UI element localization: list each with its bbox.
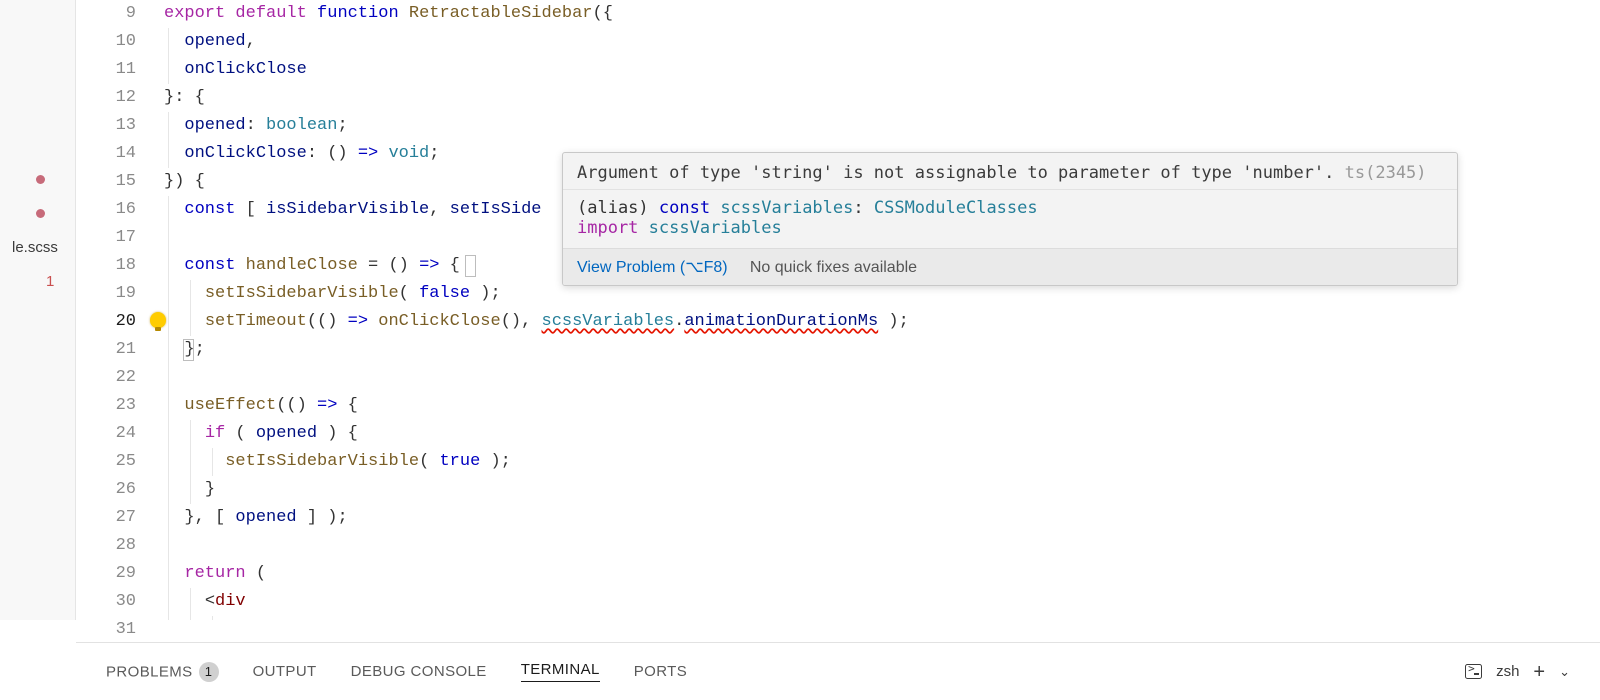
code-line[interactable]: onClick={handleClose} <box>146 616 1600 620</box>
hover-error-message: Argument of type 'string' is not assigna… <box>563 153 1457 190</box>
line-number: 20 <box>76 308 146 336</box>
hover-footer: View Problem (⌥F8) No quick fixes availa… <box>563 248 1457 285</box>
error-hover-tooltip: Argument of type 'string' is not assigna… <box>562 152 1458 286</box>
no-quick-fixes-label: No quick fixes available <box>750 259 917 276</box>
code-line[interactable]: onClickClose <box>146 56 1600 84</box>
tab-terminal[interactable]: TERMINAL <box>521 661 600 682</box>
bracket-match-highlight <box>183 339 194 361</box>
bracket-match-highlight <box>465 255 476 277</box>
terminal-icon[interactable] <box>1465 664 1482 679</box>
code-line[interactable]: return ( <box>146 560 1600 588</box>
line-number: 15 <box>76 168 146 196</box>
explorer-file-label: le.scss <box>6 239 58 256</box>
tab-debug-console[interactable]: DEBUG CONSOLE <box>351 663 487 680</box>
terminal-dropdown-icon[interactable]: ⌄ <box>1559 664 1570 680</box>
problems-count-badge: 1 <box>199 662 219 682</box>
line-number: 18 <box>76 252 146 280</box>
bottom-panel: PROBLEMS1 OUTPUT DEBUG CONSOLE TERMINAL … <box>76 642 1600 700</box>
code-line[interactable]: } <box>146 476 1600 504</box>
new-terminal-button[interactable]: + <box>1533 662 1545 682</box>
panel-tabs: PROBLEMS1 OUTPUT DEBUG CONSOLE TERMINAL … <box>106 661 687 682</box>
explorer-error-count: 1 <box>0 264 75 298</box>
code-editor[interactable]: export default function RetractableSideb… <box>146 0 1600 620</box>
modified-dot-icon <box>36 209 45 218</box>
code-line[interactable]: useEffect(() => { <box>146 392 1600 420</box>
hover-signature: (alias) const scssVariables: CSSModuleCl… <box>563 190 1457 248</box>
explorer-modified-dot-2 <box>0 196 75 230</box>
line-number: 28 <box>76 532 146 560</box>
line-number: 17 <box>76 224 146 252</box>
line-number: 23 <box>76 392 146 420</box>
modified-dot-icon <box>36 175 45 184</box>
code-line[interactable]: opened: boolean; <box>146 112 1600 140</box>
line-number: 19 <box>76 280 146 308</box>
line-number: 31 <box>76 616 146 644</box>
tab-ports[interactable]: PORTS <box>634 663 687 680</box>
line-number: 21 <box>76 336 146 364</box>
explorer-sidebar: le.scss 1 <box>0 0 76 620</box>
line-number: 24 <box>76 420 146 448</box>
code-line[interactable]: export default function RetractableSideb… <box>146 0 1600 28</box>
tab-problems[interactable]: PROBLEMS1 <box>106 662 219 682</box>
line-number: 27 <box>76 504 146 532</box>
code-line[interactable]: }; <box>146 336 1600 364</box>
line-number: 11 <box>76 56 146 84</box>
line-number: 25 <box>76 448 146 476</box>
code-line[interactable]: setIsSidebarVisible( true ); <box>146 448 1600 476</box>
code-line[interactable]: }, [ opened ] ); <box>146 504 1600 532</box>
explorer-modified-dot-1 <box>0 162 75 196</box>
error-count-label: 1 <box>6 273 54 290</box>
line-number: 26 <box>76 476 146 504</box>
tab-output[interactable]: OUTPUT <box>253 663 317 680</box>
line-number: 16 <box>76 196 146 224</box>
code-line[interactable]: }: { <box>146 84 1600 112</box>
line-number: 9 <box>76 0 146 28</box>
code-line[interactable]: opened, <box>146 28 1600 56</box>
line-number-gutter: 9101112131415161718192021222324252627282… <box>76 0 146 620</box>
explorer-file-item[interactable]: le.scss <box>0 230 75 264</box>
line-number: 22 <box>76 364 146 392</box>
ts-error-code: ts(2345) <box>1345 163 1427 183</box>
code-line[interactable] <box>146 364 1600 392</box>
code-line[interactable]: setTimeout(() => onClickClose(), scssVar… <box>146 308 1600 336</box>
code-line[interactable]: <div <box>146 588 1600 616</box>
terminal-controls: zsh + ⌄ <box>1465 662 1570 682</box>
line-number: 13 <box>76 112 146 140</box>
line-number: 29 <box>76 560 146 588</box>
line-number: 10 <box>76 28 146 56</box>
view-problem-link[interactable]: View Problem (⌥F8) <box>577 259 728 276</box>
shell-name[interactable]: zsh <box>1496 663 1519 680</box>
line-number: 30 <box>76 588 146 616</box>
line-number: 14 <box>76 140 146 168</box>
code-line[interactable]: if ( opened ) { <box>146 420 1600 448</box>
code-line[interactable] <box>146 532 1600 560</box>
lightbulb-icon[interactable] <box>150 312 166 328</box>
line-number: 12 <box>76 84 146 112</box>
